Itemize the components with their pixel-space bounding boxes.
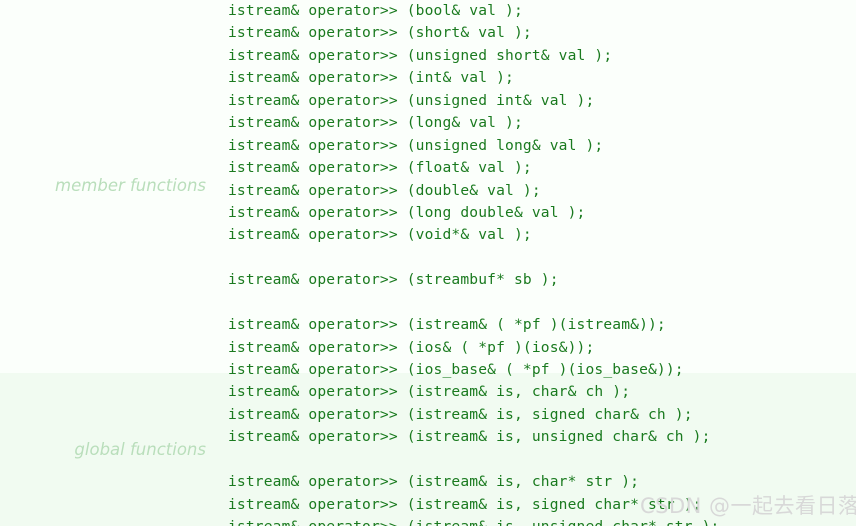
code-line-spacer [228,449,856,471]
code-line: istream& operator>> (unsigned int& val )… [228,91,595,109]
code-line: istream& operator>> (float& val ); [228,159,532,177]
code-line: istream& operator>> (istream& ( *pf )(is… [228,316,666,334]
code-line: istream& operator>> (ios& ( *pf )(ios&))… [228,338,595,356]
code-line: istream& operator>> (istream& is, unsign… [228,516,856,526]
code-line: istream& operator>> (ios_base& ( *pf )(i… [228,361,684,378]
operator-overload-list: istream& operator>> (bool& val ); istream… [228,0,856,526]
reference-page: istream& operator>> (bool& val ); istream… [0,0,856,526]
member-functions-label: member functions [55,176,206,195]
code-line-spacer [228,247,856,269]
code-line: istream& operator>> (istream& is, signed… [228,495,702,513]
code-line: istream& operator>> (unsigned long& val … [228,136,604,154]
code-line: istream& operator>> (long double& val ); [228,203,586,221]
code-line: istream& operator>> (istream& is, char& … [228,383,631,401]
code-line: istream& operator>> (istream& is, signed… [228,405,693,423]
code-line: istream& operator>> (istream& is, char* … [228,473,640,491]
global-functions-label: global functions [74,440,206,459]
code-line: istream& operator>> (short& val ); [228,24,532,42]
code-line: istream& operator>> (bool& val ); [228,2,523,19]
code-line-spacer [228,292,856,314]
code-line: istream& operator>> (void*& val ); [228,226,532,244]
code-line: istream& operator>> (istream& is, unsign… [228,428,711,446]
code-line: istream& operator>> (streambuf* sb ); [228,271,559,289]
code-line: istream& operator>> (double& val ); [228,181,541,199]
code-line: istream& operator>> (int& val ); [228,69,514,87]
code-line: istream& operator>> (unsigned short& val… [228,46,613,64]
code-line: istream& operator>> (long& val ); [228,114,523,132]
